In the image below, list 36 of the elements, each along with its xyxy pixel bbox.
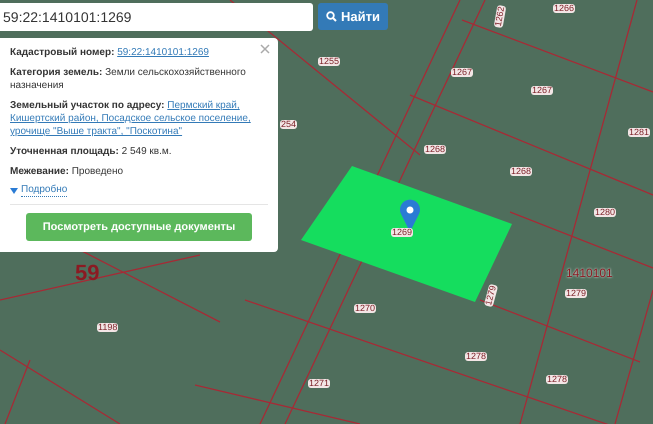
address-link[interactable]: Кишертский район, Посадское сельское поселение, [10,113,251,124]
parcel-number: 1268 [510,167,532,176]
address-link[interactable]: Пермский край, [167,100,240,111]
parcel-number: 1198 [97,323,118,332]
parcel-number: 1255 [318,57,340,66]
parcel-number: 1278 [546,375,568,384]
address-link[interactable]: 59:22:1410101:1269 [117,47,209,58]
parcel-number: 1262 [494,4,506,28]
field-label: Земельный участок по адресу: [10,100,165,111]
field-label: Кадастровый номер: [10,47,114,58]
search-icon [326,11,337,22]
parcel-number: 1281 [628,128,650,137]
parcel-number: 1270 [354,304,376,313]
parcel-number: 1269 [391,228,414,237]
details-link[interactable]: Подробно [21,184,68,197]
parcel-number: 1271 [308,379,330,388]
satellite-map[interactable] [0,0,653,424]
field-text: Межевание: Проведено [10,165,124,178]
parcel-number: 1266 [553,4,576,13]
documents-button[interactable]: Посмотреть доступные документы [26,213,252,241]
parcel-number: 254 [280,120,298,129]
search-button[interactable]: Найти [318,3,388,30]
address-link[interactable]: урочище "Выше тракта", "Поскотина" [10,126,182,137]
parcel-number: 1267 [531,86,554,95]
search-field[interactable]: 59:22:1410101:1269 [0,3,313,31]
parcel-number: 1279 [565,289,588,298]
parcel-number: 1279 [484,284,498,308]
parcel-number: 1278 [465,352,488,361]
close-icon[interactable] [260,44,270,54]
field-text: Уточненная площадь: 2 549 кв.м. [10,145,173,158]
parcel-number: 1267 [451,68,474,77]
region-number: 59 [75,262,100,284]
field-text: Категория земель: Земли сельскохозяйственного назначения [10,66,247,92]
parcel-number: 1280 [594,208,616,217]
district-number: 1410101 [566,267,613,279]
parcel-number: 1268 [424,145,446,154]
